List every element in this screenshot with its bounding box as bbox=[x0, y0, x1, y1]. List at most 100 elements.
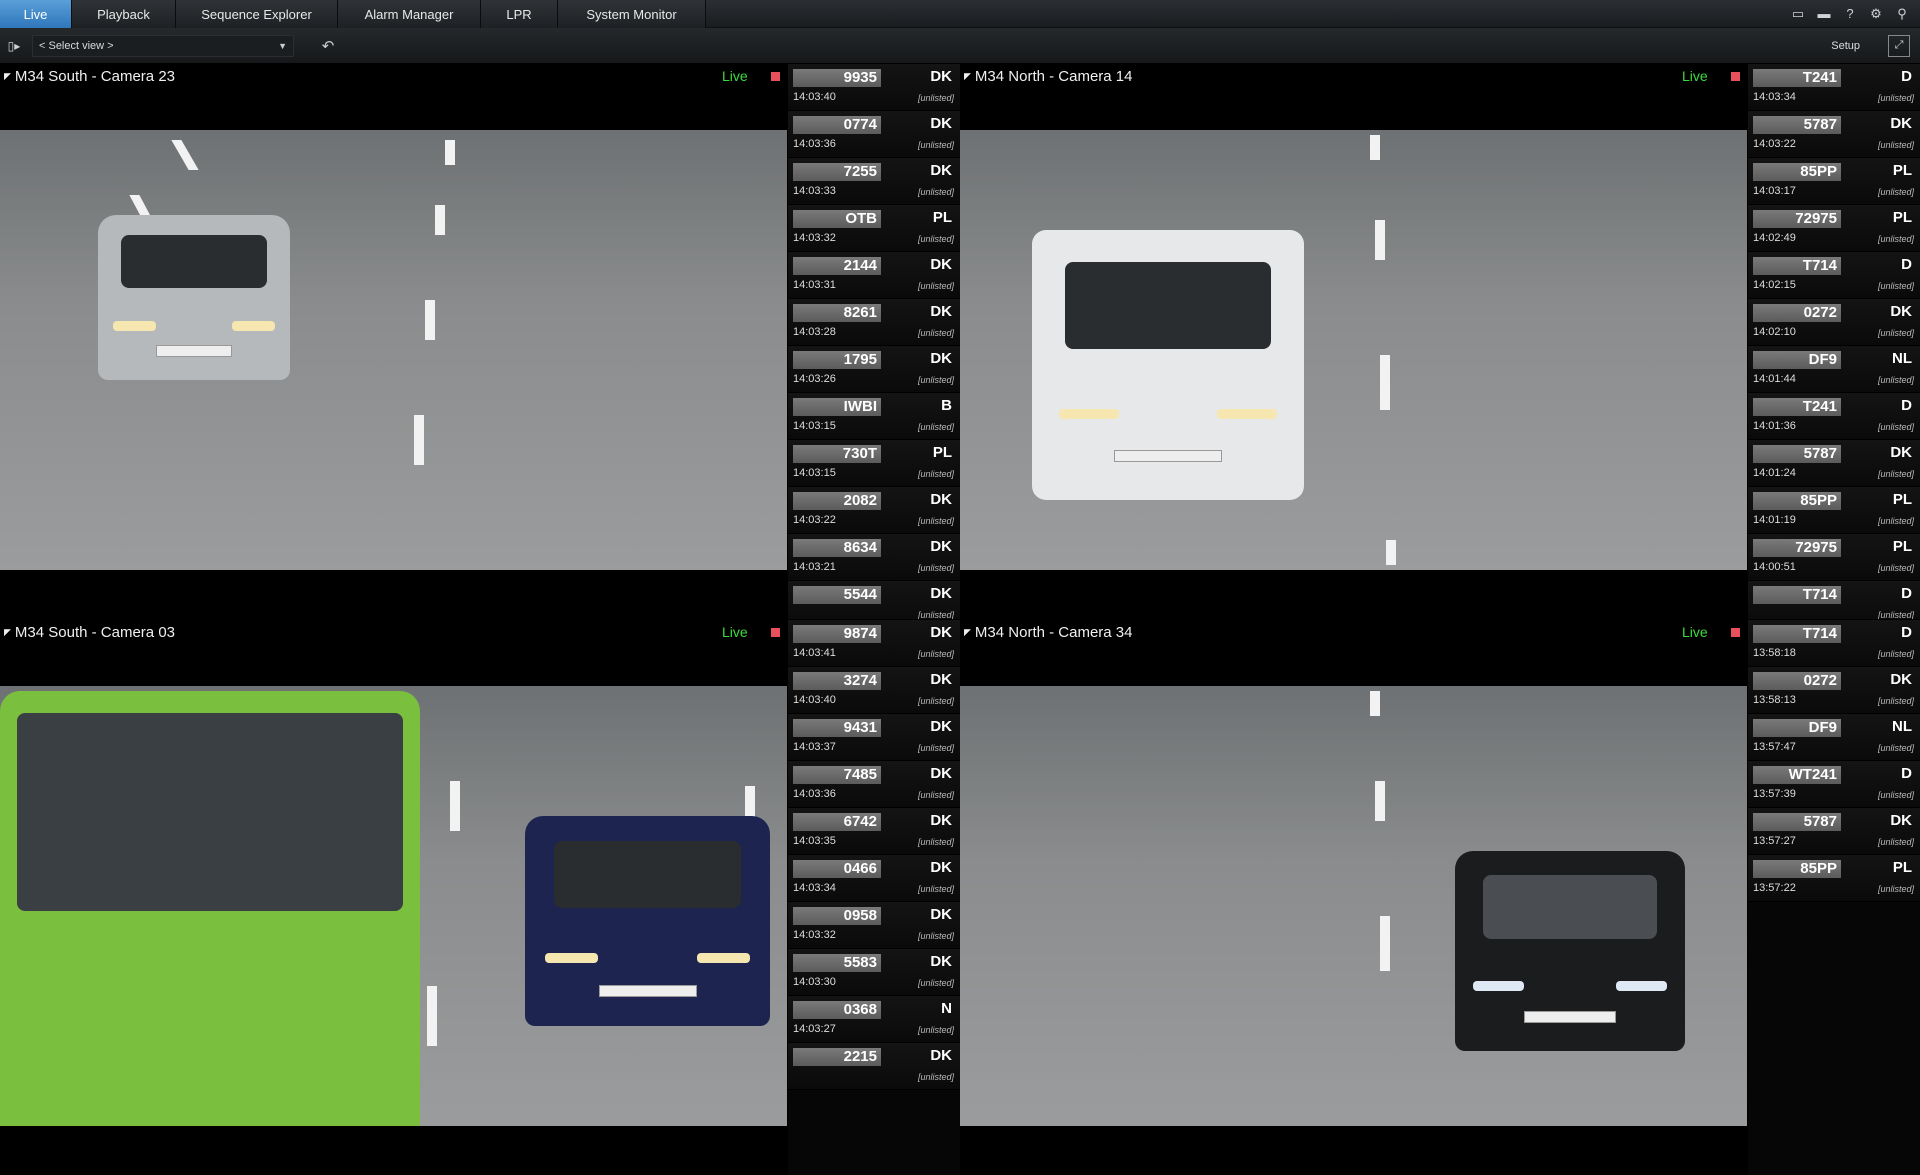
lpr-entry[interactable]: 730T PL 14:03:15 [unlisted] bbox=[788, 440, 960, 487]
plate-status: [unlisted] bbox=[917, 790, 954, 800]
lpr-entry[interactable]: WT241 D 13:57:39 [unlisted] bbox=[1748, 761, 1920, 808]
plate-time: 14:03:28 bbox=[793, 326, 836, 338]
lpr-entry[interactable]: 2082 DK 14:03:22 [unlisted] bbox=[788, 487, 960, 534]
plate-number: 6742 bbox=[793, 813, 881, 831]
lpr-entry[interactable]: 9431 DK 14:03:37 [unlisted] bbox=[788, 714, 960, 761]
lpr-entry[interactable]: IWBI B 14:03:15 [unlisted] bbox=[788, 393, 960, 440]
lpr-entry[interactable]: 72975 PL 14:00:51 [unlisted] bbox=[1748, 534, 1920, 581]
lpr-entry[interactable]: T714 D 13:58:18 [unlisted] bbox=[1748, 620, 1920, 667]
lpr-entry[interactable]: 0774 DK 14:03:36 [unlisted] bbox=[788, 111, 960, 158]
lpr-entry[interactable]: T241 D 14:01:36 [unlisted] bbox=[1748, 393, 1920, 440]
lpr-entry[interactable]: 0272 DK 14:02:10 [unlisted] bbox=[1748, 299, 1920, 346]
gear-icon[interactable]: ⚙ bbox=[1868, 6, 1884, 22]
plate-status: [unlisted] bbox=[917, 1025, 954, 1035]
camera-tile[interactable]: ◤ M34 South - Camera 23 Live 9935 DK 14:03:… bbox=[0, 64, 960, 619]
lpr-entry[interactable]: 5544 DK [unlisted] bbox=[788, 581, 960, 619]
flag-icon: ◤ bbox=[964, 627, 971, 637]
lpr-entry[interactable]: 6742 DK 14:03:35 [unlisted] bbox=[788, 808, 960, 855]
lpr-entry[interactable]: 5787 DK 14:03:22 [unlisted] bbox=[1748, 111, 1920, 158]
plate-time: 13:57:39 bbox=[1753, 788, 1796, 800]
lpr-entry[interactable]: 85PP PL 14:03:17 [unlisted] bbox=[1748, 158, 1920, 205]
plate-status: [unlisted] bbox=[917, 187, 954, 197]
plate-time: 14:02:15 bbox=[1753, 279, 1796, 291]
lpr-entry[interactable]: 85PP PL 14:01:19 [unlisted] bbox=[1748, 487, 1920, 534]
bus-windshield bbox=[16, 713, 404, 911]
lane-marking bbox=[1380, 355, 1390, 410]
video-feed[interactable] bbox=[0, 686, 787, 1126]
lpr-entry[interactable]: 2215 DK [unlisted] bbox=[788, 1043, 960, 1090]
lpr-entry[interactable]: T241 D 14:03:34 [unlisted] bbox=[1748, 64, 1920, 111]
plate-country: NL bbox=[1892, 718, 1912, 735]
lpr-entry[interactable]: 3274 DK 14:03:40 [unlisted] bbox=[788, 667, 960, 714]
recording-icon bbox=[771, 72, 780, 81]
lpr-entry[interactable]: 8261 DK 14:03:28 [unlisted] bbox=[788, 299, 960, 346]
plate-status: [unlisted] bbox=[1877, 610, 1914, 619]
plate-number: 85PP bbox=[1753, 860, 1841, 878]
lpr-entry[interactable]: 72975 PL 14:02:49 [unlisted] bbox=[1748, 205, 1920, 252]
video-feed[interactable] bbox=[960, 686, 1747, 1126]
tab-lpr[interactable]: LPR bbox=[481, 0, 558, 28]
fullscreen-icon[interactable]: ⤢ bbox=[1888, 34, 1910, 57]
lpr-entry[interactable]: 2144 DK 14:03:31 [unlisted] bbox=[788, 252, 960, 299]
video-feed[interactable] bbox=[0, 130, 787, 570]
lpr-entry[interactable]: OTB PL 14:03:32 [unlisted] bbox=[788, 205, 960, 252]
plate-country: DK bbox=[930, 538, 952, 555]
plate-status: [unlisted] bbox=[1877, 187, 1914, 197]
sidebar-toggle-icon[interactable]: ▯▸ bbox=[0, 28, 28, 64]
lpr-entry[interactable]: 5583 DK 14:03:30 [unlisted] bbox=[788, 949, 960, 996]
lpr-entry[interactable]: 7485 DK 14:03:36 [unlisted] bbox=[788, 761, 960, 808]
lpr-entry[interactable]: 7255 DK 14:03:33 [unlisted] bbox=[788, 158, 960, 205]
setup-button[interactable]: Setup bbox=[1821, 38, 1870, 54]
plate-time: 14:03:41 bbox=[793, 647, 836, 659]
tab-alarm-manager[interactable]: Alarm Manager bbox=[338, 0, 481, 28]
lpr-entry[interactable]: DF9 NL 13:57:47 [unlisted] bbox=[1748, 714, 1920, 761]
tab-playback[interactable]: Playback bbox=[72, 0, 176, 28]
plate-number: 0466 bbox=[793, 860, 881, 878]
plate-country: DK bbox=[930, 671, 952, 688]
camera-tile[interactable]: ◤ M34 North - Camera 14 Live T241 D 14:03:3… bbox=[960, 64, 1920, 619]
plate-number: IWBI bbox=[793, 398, 881, 416]
lpr-entry[interactable]: 9935 DK 14:03:40 [unlisted] bbox=[788, 64, 960, 111]
lpr-entry[interactable]: 8634 DK 14:03:21 [unlisted] bbox=[788, 534, 960, 581]
plate-number: 0272 bbox=[1753, 304, 1841, 322]
headlight bbox=[544, 953, 599, 963]
flag-icon: ◤ bbox=[4, 627, 11, 637]
lpr-entry[interactable]: 1795 DK 14:03:26 [unlisted] bbox=[788, 346, 960, 393]
flag-icon: ◤ bbox=[4, 71, 11, 81]
lpr-entry[interactable]: T714 D [unlisted] bbox=[1748, 581, 1920, 619]
lpr-entry[interactable]: DF9 NL 14:01:44 [unlisted] bbox=[1748, 346, 1920, 393]
lpr-entry[interactable]: 5787 DK 14:01:24 [unlisted] bbox=[1748, 440, 1920, 487]
plate-country: PL bbox=[1892, 162, 1912, 179]
plate-status: [unlisted] bbox=[917, 516, 954, 526]
lpr-entry[interactable]: T714 D 14:02:15 [unlisted] bbox=[1748, 252, 1920, 299]
minimize-icon[interactable]: ▬ bbox=[1816, 6, 1832, 22]
camera-tile[interactable]: ◤ M34 North - Camera 34 Live T714 D 13:58:1… bbox=[960, 620, 1920, 1175]
plate-status: [unlisted] bbox=[917, 978, 954, 988]
headlight bbox=[1616, 981, 1667, 991]
lpr-entry[interactable]: 0466 DK 14:03:34 [unlisted] bbox=[788, 855, 960, 902]
plate-time: 14:03:32 bbox=[793, 929, 836, 941]
plate-status: [unlisted] bbox=[917, 563, 954, 573]
help-icon[interactable]: ? bbox=[1842, 6, 1858, 22]
vehicle-image bbox=[525, 816, 770, 1026]
lpr-entry[interactable]: 0272 DK 13:58:13 [unlisted] bbox=[1748, 667, 1920, 714]
video-feed[interactable] bbox=[960, 130, 1747, 570]
plate-time: 13:58:18 bbox=[1753, 647, 1796, 659]
camera-tile[interactable]: ◤ M34 South - Camera 03 Live 9874 DK 14:03:… bbox=[0, 620, 960, 1175]
plate-time: 14:03:36 bbox=[793, 788, 836, 800]
lpr-entry[interactable]: 5787 DK 13:57:27 [unlisted] bbox=[1748, 808, 1920, 855]
tab-system-monitor[interactable]: System Monitor bbox=[558, 0, 706, 28]
select-view-dropdown[interactable]: < Select view > ▼ bbox=[32, 34, 294, 57]
pin-icon[interactable]: ⚲ bbox=[1894, 6, 1910, 22]
recording-icon bbox=[1731, 72, 1740, 81]
lpr-entry[interactable]: 0958 DK 14:03:32 [unlisted] bbox=[788, 902, 960, 949]
window-icon[interactable]: ▭ bbox=[1790, 6, 1806, 22]
tab-live[interactable]: Live bbox=[0, 0, 72, 28]
lpr-entry[interactable]: 85PP PL 13:57:22 [unlisted] bbox=[1748, 855, 1920, 902]
tab-sequence-explorer[interactable]: Sequence Explorer bbox=[176, 0, 338, 28]
plate-status: [unlisted] bbox=[917, 743, 954, 753]
undo-icon[interactable]: ↶ bbox=[316, 34, 340, 58]
lpr-entry[interactable]: 0368 N 14:03:27 [unlisted] bbox=[788, 996, 960, 1043]
lpr-entry[interactable]: 9874 DK 14:03:41 [unlisted] bbox=[788, 620, 960, 667]
plate-time: 14:01:24 bbox=[1753, 467, 1796, 479]
